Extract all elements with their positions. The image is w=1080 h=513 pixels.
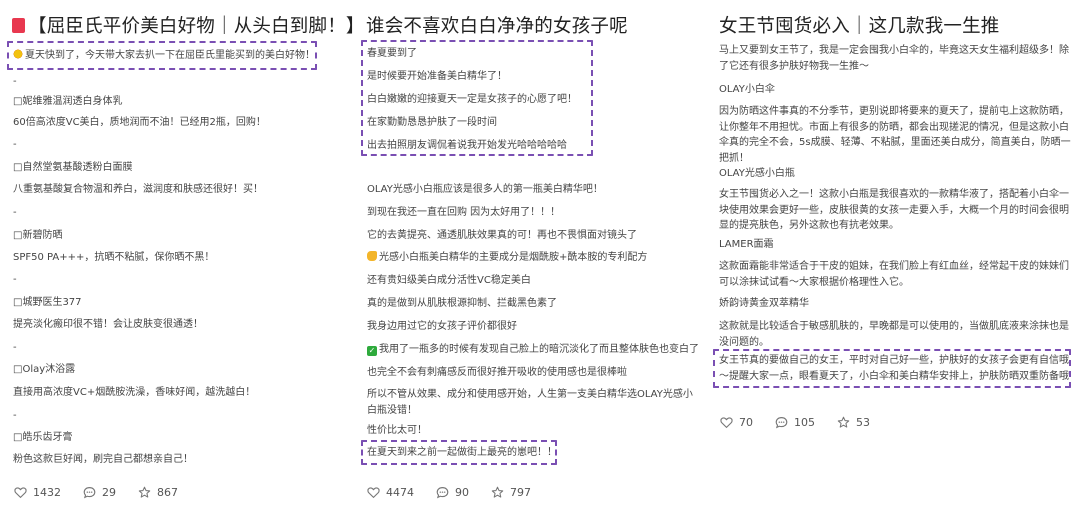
favorite-count: 867 (157, 486, 178, 499)
post-line: SPF50 PA+++，抗晒不粘腻，保你晒不黑！ (13, 252, 215, 263)
heart-outline-icon (14, 487, 27, 499)
heart-outline-icon (367, 487, 380, 499)
post-paragraph: 马上又要到女王节了，我是一定会囤我小白伞的，毕竟这天女生福利超级多！除了它还有很… (719, 45, 1069, 72)
favorite-button[interactable]: 797 (491, 486, 531, 499)
comment-button[interactable]: 90 (436, 486, 469, 499)
post-line: 所以不管从效果、成分和使用感开始，人生第一支美白精华选OLAY光感小白瓶没错！ (367, 389, 693, 416)
like-button[interactable]: 70 (720, 416, 753, 429)
post-stats: 1432 29 867 (14, 486, 200, 499)
post-line: □妮维雅温润透白身体乳 (13, 96, 123, 107)
favorite-count: 797 (510, 486, 531, 499)
post-line: □Olay沐浴露 (13, 364, 76, 375)
comment-count: 29 (102, 486, 116, 499)
star-outline-icon (491, 486, 504, 498)
post-line: 是时候要开始准备美白精华了！ (367, 71, 507, 82)
post-line: 粉色这款巨好闻，刷完自己都想亲自己！ (13, 454, 193, 465)
post-line: 八重氨基酸复合物温和养白，滋润度和肤感还很好！买！ (13, 184, 263, 195)
post-heading: OLAY小白伞 (719, 84, 775, 95)
post-stats: 70 105 53 (720, 416, 892, 429)
favorite-button[interactable]: 867 (138, 486, 178, 499)
post-line: 真的是做到从肌肤根源抑制、拦截黑色素了 (367, 298, 557, 309)
post-title: 女王节囤货必入｜这几款我一生推 (719, 16, 1000, 37)
comment-button[interactable]: 29 (83, 486, 116, 499)
like-count: 1432 (33, 486, 61, 499)
post-line: OLAY光感小白瓶应该是很多人的第一瓶美白精华吧！ (367, 184, 603, 195)
post-line: 出去拍照朋友调侃着说我开始发光哈哈哈哈哈 (367, 140, 567, 151)
sun-emoji-icon (13, 49, 23, 59)
like-count: 4474 (386, 486, 414, 499)
post-line: □皓乐齿牙膏 (13, 432, 73, 443)
post-card-1: 【屈臣氏平价美白好物｜从头白到脚！】 夏天快到了，今天带大家去扒一下在屈臣氏里能… (0, 0, 364, 513)
post-line: 在家勤勤恳恳护肤了一段时间 (367, 117, 497, 128)
post-line: 也完全不会有刺痛感反而很好推开吸收的使用感也是很棒啦 (367, 367, 627, 378)
post-line: 性价比太可！ (367, 425, 427, 436)
post-line: 60倍高浓度VC美白，质地润而不油！已经用2瓶，回购！ (13, 117, 266, 128)
red-book-icon (12, 18, 25, 33)
post-heading: OLAY光感小白瓶 (719, 168, 795, 179)
post-stats: 4474 90 797 (367, 486, 553, 499)
post-line: 到现在我还一直在回购 因为太好用了！！！ (367, 207, 561, 218)
post-line: 春夏要到了 (367, 48, 417, 59)
post-title: 【屈臣氏平价美白好物｜从头白到脚！】 (12, 12, 365, 38)
post-title: 谁会不喜欢白白净净的女孩子呢 (366, 16, 628, 37)
post-line: - (13, 76, 17, 87)
heart-outline-icon (720, 417, 733, 429)
comment-count: 90 (455, 486, 469, 499)
comment-count: 105 (794, 416, 815, 429)
post-paragraph: 因为防晒这件事真的不分季节，更别说即将要来的夏天了，提前屯上这款防晒，让你整年不… (719, 106, 1071, 164)
check-mark-emoji-icon: ✓ (367, 346, 377, 356)
post-line: - (13, 342, 17, 353)
post-line: 它的去黄提亮、通透肌肤效果真的可！再也不畏惧面对镜头了 (367, 230, 637, 241)
post-heading: LAMER面霜 (719, 239, 774, 250)
comment-button[interactable]: 105 (775, 416, 815, 429)
post-heading: 娇韵诗黄金双萃精华 (719, 298, 809, 309)
post-line: - (13, 139, 17, 150)
post-paragraph: 这款面霜能非常适合于干皮的姐妹，在我们脸上有红血丝，经常起干皮的妹妹们可以涂抹试… (719, 261, 1069, 288)
post-card-3: 女王节囤货必入｜这几款我一生推 马上又要到女王节了，我是一定会囤我小白伞的，毕竟… (708, 0, 1080, 513)
post-line: □自然堂氨基酸透粉白面膜 (13, 162, 133, 173)
post-line: 直接用高浓度VC+烟酰胺洗澡，香味好闻，越洗越白！ (13, 387, 256, 398)
post-line: ✓ 我用了一瓶多的时候有发现自己脸上的暗沉淡化了而且整体肤色也变白了 (367, 344, 699, 356)
chat-bubble-icon (83, 487, 96, 499)
chat-bubble-icon (775, 417, 788, 429)
star-outline-icon (837, 416, 850, 428)
post-line: 在夏天到来之前一起做街上最亮的崽吧！！ (367, 447, 557, 458)
post-line: - (13, 410, 17, 421)
favorite-count: 53 (856, 416, 870, 429)
like-count: 70 (739, 416, 753, 429)
post-paragraph: 女王节囤货必入之一！这款小白瓶是我很喜欢的一款精华液了，搭配着小白伞一块使用效果… (719, 189, 1069, 231)
like-button[interactable]: 4474 (367, 486, 414, 499)
post-line: □新碧防晒 (13, 230, 63, 241)
post-line: 光感小白瓶美白精华的主要成分是烟酰胺+酰本胺的专利配方 (367, 251, 647, 265)
star-outline-icon (138, 486, 151, 498)
chat-bubble-icon (436, 487, 449, 499)
post-line: - (13, 274, 17, 285)
post-paragraph: 女王节真的要做自己的女王，平时对自己好一些，护肤好的女孩子会更有自信哦～提醒大家… (719, 355, 1069, 382)
favorite-button[interactable]: 53 (837, 416, 870, 429)
post-line: 白白嫩嫩的迎接夏天一定是女孩子的心愿了吧！ (367, 94, 577, 105)
post-line: □城野医生377 (13, 297, 82, 308)
post-line: 提亮淡化瘢印很不错！会让皮肤变很通透！ (13, 319, 203, 330)
post-line: - (13, 207, 17, 218)
post-line: 夏天快到了，今天带大家去扒一下在屈臣氏里能买到的美白好物！ (13, 49, 315, 63)
post-card-2: 谁会不喜欢白白净净的女孩子呢 春夏要到了 是时候要开始准备美白精华了！ 白白嫩嫩… (358, 0, 703, 513)
pointing-hand-emoji-icon (367, 251, 377, 261)
like-button[interactable]: 1432 (14, 486, 61, 499)
post-line: 我身边用过它的女孩子评价都很好 (367, 321, 517, 332)
post-line: 还有贵妇级美白成分活性VC稳定美白 (367, 275, 531, 286)
post-paragraph: 这款就是比较适合于敏感肌肤的，早晚都是可以使用的，当做肌底液来涂抹也是没问题的。 (719, 321, 1069, 348)
